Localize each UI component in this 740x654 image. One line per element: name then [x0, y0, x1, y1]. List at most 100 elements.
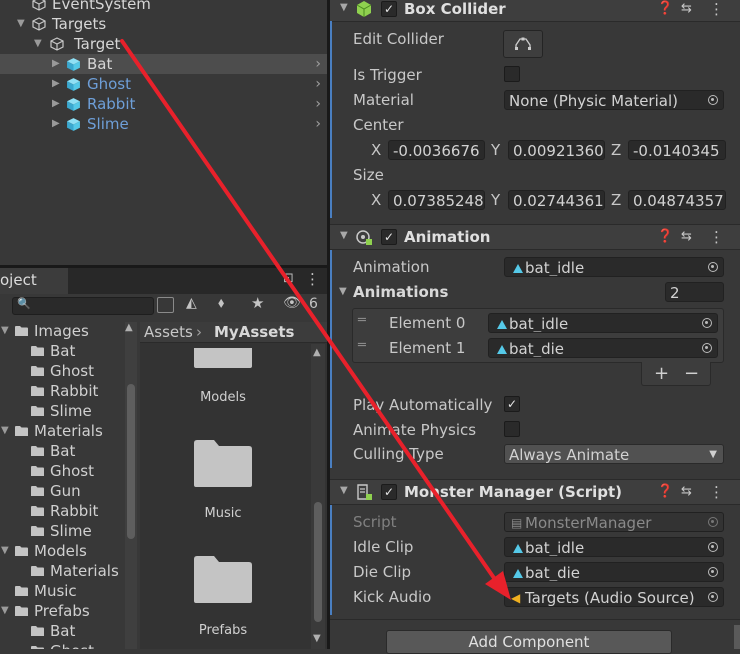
folder-icon[interactable]	[192, 553, 254, 605]
folder-tree-item[interactable]: Music	[0, 581, 125, 601]
object-picker-icon[interactable]	[702, 343, 712, 353]
grid-scroll-thumb[interactable]	[314, 502, 322, 622]
expand-arrow-icon[interactable]: ▼	[1, 541, 9, 561]
chevron-right-icon[interactable]: ›	[315, 54, 321, 74]
hierarchy-item-eventsystem[interactable]: EventSystem	[0, 0, 327, 14]
folder-tree-item[interactable]: Slime	[0, 521, 125, 541]
object-picker-icon[interactable]	[708, 542, 718, 552]
hierarchy-item-targets[interactable]: ▼ Targets	[0, 14, 327, 34]
box-collider-header[interactable]: ▼ ✓ Box Collider ❓ ⇆ ⋮	[330, 0, 740, 22]
collapse-arrow-icon[interactable]: ▶	[52, 74, 60, 94]
preset-icon[interactable]: ⇆	[681, 480, 692, 504]
monster-manager-header[interactable]: ▼ ✓ Monster Manager (Script) ❓ ⇆ ⋮	[330, 479, 740, 505]
scroll-up-icon[interactable]: ▲	[313, 347, 321, 358]
folder-icon[interactable]	[192, 437, 254, 489]
element-0-field[interactable]: bat_idle	[488, 313, 718, 333]
animation-header[interactable]: ▼ ✓ Animation ❓ ⇆ ⋮	[330, 224, 740, 250]
folder-tree-item[interactable]: ▼ Images	[0, 322, 125, 341]
folder-tree-item[interactable]: Rabbit	[0, 501, 125, 521]
help-icon[interactable]: ❓	[657, 480, 673, 504]
search-by-type-icon[interactable]	[157, 297, 174, 313]
hierarchy-item-slime[interactable]: ▶ Slime ›	[0, 114, 327, 134]
hierarchy-item-bat[interactable]: ▶ Bat ›	[0, 54, 327, 74]
animations-size-input[interactable]: 2	[665, 282, 724, 302]
object-picker-icon[interactable]	[702, 318, 712, 328]
asset-label-music[interactable]: Music	[180, 506, 266, 521]
enable-checkbox[interactable]: ✓	[381, 229, 397, 245]
filter-by-label-icon[interactable]: ◭	[186, 295, 197, 311]
folder-tree-item[interactable]: Slime	[0, 401, 125, 421]
favorite-star-icon[interactable]: ★	[251, 294, 264, 312]
breadcrumb-assets[interactable]: Assets	[144, 322, 193, 342]
expand-arrow-icon[interactable]: ▼	[340, 2, 348, 13]
asset-label-prefabs[interactable]: Prefabs	[180, 623, 266, 638]
kick-audio-field[interactable]: ◀ Targets (Audio Source)	[504, 587, 724, 607]
center-y-input[interactable]: 0.00921360	[508, 140, 605, 160]
object-picker-icon[interactable]	[708, 592, 718, 602]
culling-type-dropdown[interactable]: Always Animate ▼	[504, 444, 724, 464]
expand-arrow-icon[interactable]: ▼	[340, 485, 348, 496]
scroll-up-icon[interactable]: ▲	[125, 322, 133, 333]
folder-tree-item[interactable]: Ghost	[0, 641, 125, 649]
asset-label-models[interactable]: Models	[180, 390, 266, 405]
idle-clip-field[interactable]: bat_idle	[504, 537, 724, 557]
folder-tree-item[interactable]: Ghost	[0, 461, 125, 481]
expand-arrow-icon[interactable]: ▼	[17, 14, 25, 34]
object-picker-icon[interactable]	[708, 262, 718, 272]
help-icon[interactable]: ❓	[657, 0, 673, 21]
remove-element-button[interactable]: −	[684, 362, 699, 386]
material-field[interactable]: None (Physic Material)	[504, 90, 724, 110]
add-element-button[interactable]: +	[654, 362, 669, 386]
preset-icon[interactable]: ⇆	[681, 225, 692, 249]
tag-icon[interactable]: ⬧	[218, 295, 224, 311]
enable-checkbox[interactable]: ✓	[381, 1, 397, 17]
hierarchy-item-target[interactable]: ▼ Target	[0, 34, 327, 54]
collapse-arrow-icon[interactable]: ▶	[52, 114, 60, 134]
size-y-input[interactable]: 0.02744361	[508, 190, 605, 210]
animation-field[interactable]: bat_idle	[504, 257, 724, 277]
element-1-field[interactable]: bat_die	[488, 338, 718, 358]
expand-arrow-icon[interactable]: ▼	[340, 230, 348, 241]
kebab-menu-icon[interactable]: ⋮	[709, 225, 724, 249]
hidden-packages-icon[interactable]: 👁	[283, 295, 301, 311]
search-input[interactable]: 🔍	[12, 297, 154, 315]
help-icon[interactable]: ❓	[657, 225, 673, 249]
scroll-down-icon[interactable]: ▼	[313, 633, 321, 644]
folder-tree-item[interactable]: Rabbit	[0, 381, 125, 401]
folder-tree-item[interactable]: Bat	[0, 341, 125, 361]
collapse-arrow-icon[interactable]: ▶	[52, 54, 60, 74]
breadcrumb-myassets[interactable]: MyAssets	[214, 322, 294, 342]
tree-scroll-thumb[interactable]	[127, 384, 135, 539]
size-x-input[interactable]: 0.07385248	[388, 190, 485, 210]
size-z-input[interactable]: 0.04874357	[628, 190, 726, 210]
kebab-menu-icon[interactable]: ⋮	[709, 0, 724, 21]
expand-arrow-icon[interactable]: ▼	[1, 322, 9, 341]
folder-tree-item[interactable]: ▼ Materials	[0, 421, 125, 441]
edit-collider-button[interactable]	[503, 30, 543, 58]
folder-tree-item[interactable]: Materials	[0, 561, 125, 581]
expand-arrow-icon[interactable]: ▼	[339, 286, 347, 297]
folder-tree-item[interactable]: ▼ Prefabs	[0, 601, 125, 621]
chevron-right-icon[interactable]: ›	[315, 94, 321, 114]
is-trigger-checkbox[interactable]	[504, 66, 520, 82]
chevron-right-icon[interactable]: ›	[315, 74, 321, 94]
project-tab[interactable]: oject	[0, 268, 68, 294]
enable-checkbox[interactable]: ✓	[381, 484, 397, 500]
inspector-scrollbar[interactable]	[734, 625, 740, 649]
folder-tree-item[interactable]: Bat	[0, 621, 125, 641]
add-component-button[interactable]: Add Component	[386, 630, 672, 654]
folder-tree-item[interactable]: Bat	[0, 441, 125, 461]
preset-icon[interactable]: ⇆	[681, 0, 692, 21]
play-automatically-checkbox[interactable]: ✓	[504, 396, 520, 412]
lock-icon[interactable]: ⊡	[283, 271, 294, 286]
chevron-right-icon[interactable]: ›	[315, 114, 321, 134]
expand-arrow-icon[interactable]: ▼	[1, 421, 9, 441]
folder-icon[interactable]	[192, 344, 254, 374]
object-picker-icon[interactable]	[708, 567, 718, 577]
center-x-input[interactable]: -0.0036676	[388, 140, 485, 160]
folder-tree-item[interactable]: Gun	[0, 481, 125, 501]
animate-physics-checkbox[interactable]	[504, 421, 520, 437]
drag-handle-icon[interactable]: ═	[358, 338, 366, 353]
kebab-menu-icon[interactable]: ⋮	[305, 270, 320, 288]
kebab-menu-icon[interactable]: ⋮	[709, 480, 724, 504]
